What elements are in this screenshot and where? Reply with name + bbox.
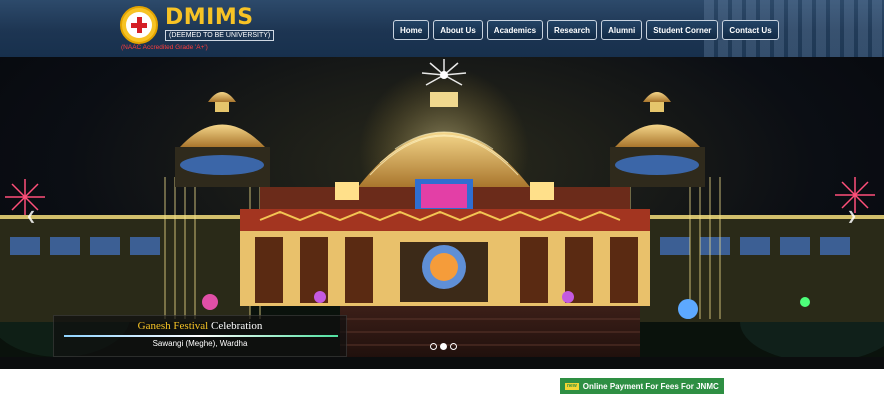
naac-accreditation: (NAAC Accredited Grade 'A+') [121, 44, 208, 51]
nav-academics[interactable]: Academics [486, 20, 544, 40]
site-header: DMIMS (DEEMED TO BE UNIVERSITY) (NAAC Ac… [0, 0, 884, 57]
main-nav: Home About Us Academics Research Alumni … [393, 20, 779, 40]
caption-title-rest: Celebration [208, 320, 263, 332]
new-badge: new [565, 382, 579, 390]
chevron-right-icon[interactable]: ❯ [846, 209, 858, 223]
nav-student-corner[interactable]: Student Corner [646, 20, 719, 40]
slide-dot-2[interactable] [440, 343, 447, 350]
brand-name: DMIMS [165, 5, 254, 30]
caption-divider [64, 335, 338, 337]
university-seal-icon [120, 6, 158, 44]
nav-contact-us[interactable]: Contact Us [722, 20, 779, 40]
online-payment-notice[interactable]: new Online Payment For Fees For JNMC [560, 378, 724, 394]
deemed-university-label: (DEEMED TO BE UNIVERSITY) [165, 30, 275, 41]
nav-research[interactable]: Research [547, 20, 598, 40]
nav-home[interactable]: Home [393, 20, 430, 40]
slide-dot-1[interactable] [430, 343, 437, 350]
slide-dot-3[interactable] [450, 343, 457, 350]
caption-title: Ganesh Festival Celebration [54, 320, 346, 332]
notice-text: Online Payment For Fees For JNMC [582, 381, 719, 391]
caption-subtitle: Sawangi (Meghe), Wardha [152, 339, 248, 348]
hero-slider: ❮ ❯ Ganesh Festival Celebration Sawangi … [0, 57, 884, 369]
caption-title-highlight: Ganesh Festival [137, 320, 209, 332]
nav-alumni[interactable]: Alumni [601, 20, 643, 40]
nav-about-us[interactable]: About Us [433, 20, 483, 40]
slider-pagination [430, 343, 457, 350]
page: DMIMS (DEEMED TO BE UNIVERSITY) (NAAC Ac… [0, 0, 884, 400]
slide-caption: Ganesh Festival Celebration Sawangi (Meg… [53, 315, 347, 357]
chevron-left-icon[interactable]: ❮ [25, 209, 37, 223]
